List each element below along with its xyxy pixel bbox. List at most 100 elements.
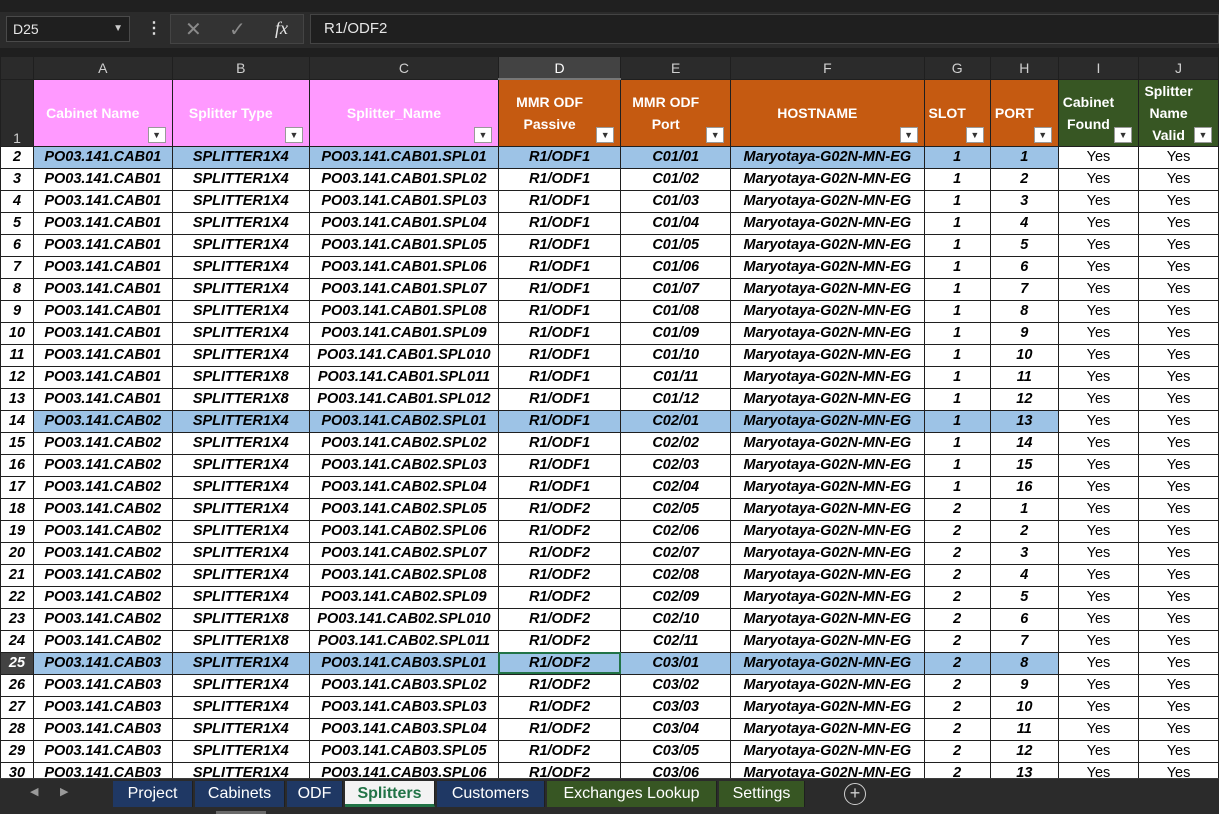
table-cell[interactable]: PO03.141.CAB01 — [32, 387, 173, 411]
table-cell[interactable]: SPLITTER1X4 — [171, 563, 310, 587]
row-header[interactable]: 25 — [0, 651, 34, 675]
table-cell[interactable]: Yes — [1057, 475, 1140, 499]
table-cell[interactable]: PO03.141.CAB01.SPL09 — [308, 321, 499, 345]
table-cell[interactable]: PO03.141.CAB02 — [32, 453, 173, 477]
filter-dropdown-icon[interactable]: ▼ — [965, 126, 984, 143]
table-cell[interactable]: C02/07 — [620, 541, 732, 565]
row-header[interactable]: 30 — [0, 761, 34, 778]
column-header-g[interactable]: G — [923, 56, 991, 80]
table-cell[interactable]: Yes — [1057, 519, 1140, 543]
table-cell[interactable]: SPLITTER1X8 — [171, 365, 310, 389]
spreadsheet-grid[interactable]: A B C D E F G H I J 1 Cabinet Name ▼ Splitter Type ▼ Sp… — [0, 56, 1219, 778]
insert-function-icon[interactable]: fx — [275, 18, 288, 39]
table-cell[interactable]: Maryotaya-G02N-MN-EG — [730, 673, 925, 697]
table-cell[interactable]: 9 — [989, 321, 1059, 345]
header-cell[interactable]: PORT ▼ — [989, 78, 1059, 147]
filter-dropdown-icon[interactable]: ▼ — [473, 126, 492, 143]
table-cell[interactable]: SPLITTER1X4 — [171, 761, 310, 778]
table-cell[interactable]: PO03.141.CAB03.SPL03 — [308, 695, 499, 719]
table-cell[interactable]: PO03.141.CAB01 — [32, 233, 173, 257]
table-cell[interactable]: PO03.141.CAB02 — [32, 607, 173, 631]
header-cell[interactable]: Cabinet Name ▼ — [32, 78, 173, 147]
table-cell[interactable]: C01/05 — [620, 233, 732, 257]
row-header[interactable]: 15 — [0, 431, 34, 455]
table-cell[interactable]: PO03.141.CAB02 — [32, 497, 173, 521]
filter-dropdown-icon[interactable]: ▼ — [899, 126, 918, 143]
table-cell[interactable]: Yes — [1057, 673, 1140, 697]
table-cell[interactable]: PO03.141.CAB03.SPL05 — [308, 739, 499, 763]
table-cell[interactable]: Yes — [1138, 629, 1219, 653]
table-cell[interactable]: Maryotaya-G02N-MN-EG — [730, 343, 925, 367]
table-cell[interactable]: 7 — [989, 629, 1059, 653]
table-cell[interactable]: PO03.141.CAB01 — [32, 189, 173, 213]
table-cell[interactable]: 1 — [923, 343, 991, 367]
scroll-tabs-left-icon[interactable]: ◀ — [30, 785, 38, 798]
table-cell[interactable]: C01/06 — [620, 255, 732, 279]
table-cell[interactable]: 2 — [923, 651, 991, 675]
table-cell[interactable]: PO03.141.CAB02.SPL010 — [308, 607, 499, 631]
table-cell[interactable]: C02/02 — [620, 431, 732, 455]
table-cell[interactable]: Yes — [1057, 255, 1140, 279]
table-cell[interactable]: PO03.141.CAB01 — [32, 255, 173, 279]
table-cell[interactable]: 11 — [989, 717, 1059, 741]
table-cell[interactable]: PO03.141.CAB01.SPL06 — [308, 255, 499, 279]
table-cell[interactable]: Maryotaya-G02N-MN-EG — [730, 717, 925, 741]
table-cell[interactable]: Maryotaya-G02N-MN-EG — [730, 189, 925, 213]
table-cell[interactable]: C02/09 — [620, 585, 732, 609]
table-cell[interactable]: 10 — [989, 343, 1059, 367]
table-cell[interactable]: C01/11 — [620, 365, 732, 389]
table-cell[interactable]: Yes — [1057, 211, 1140, 235]
table-cell[interactable]: C02/11 — [620, 629, 732, 653]
table-cell[interactable]: PO03.141.CAB02 — [32, 409, 173, 433]
table-cell[interactable]: Yes — [1138, 167, 1219, 191]
filter-dropdown-icon[interactable]: ▼ — [1033, 126, 1052, 143]
table-cell[interactable]: R1/ODF2 — [497, 607, 622, 631]
table-cell[interactable]: 1 — [923, 255, 991, 279]
row-header[interactable]: 12 — [0, 365, 34, 389]
table-cell[interactable]: SPLITTER1X4 — [171, 299, 310, 323]
table-cell[interactable]: R1/ODF1 — [497, 233, 622, 257]
table-cell[interactable]: 16 — [989, 475, 1059, 499]
table-cell[interactable]: Yes — [1138, 607, 1219, 631]
table-cell[interactable]: Yes — [1138, 277, 1219, 301]
table-cell[interactable]: 1 — [923, 189, 991, 213]
table-cell[interactable]: Maryotaya-G02N-MN-EG — [730, 409, 925, 433]
table-cell[interactable]: PO03.141.CAB03 — [32, 673, 173, 697]
more-options-icon[interactable]: ⋮ — [146, 18, 162, 38]
table-cell[interactable]: PO03.141.CAB02.SPL011 — [308, 629, 499, 653]
row-header[interactable]: 22 — [0, 585, 34, 609]
row-header[interactable]: 7 — [0, 255, 34, 279]
table-cell[interactable]: C01/03 — [620, 189, 732, 213]
table-cell[interactable]: Maryotaya-G02N-MN-EG — [730, 497, 925, 521]
table-cell[interactable]: C02/08 — [620, 563, 732, 587]
row-header[interactable]: 3 — [0, 167, 34, 191]
table-cell[interactable]: Maryotaya-G02N-MN-EG — [730, 321, 925, 345]
chevron-down-icon[interactable]: ▼ — [113, 17, 123, 41]
table-cell[interactable]: R1/ODF1 — [497, 475, 622, 499]
table-cell[interactable]: Yes — [1057, 629, 1140, 653]
table-cell[interactable]: PO03.141.CAB01 — [32, 145, 173, 169]
row-header[interactable]: 23 — [0, 607, 34, 631]
table-cell[interactable]: 2 — [923, 585, 991, 609]
row-header[interactable]: 8 — [0, 277, 34, 301]
header-cell[interactable]: HOSTNAME ▼ — [730, 78, 925, 147]
header-cell[interactable]: SLOT ▼ — [923, 78, 991, 147]
table-cell[interactable]: 3 — [989, 189, 1059, 213]
table-cell[interactable]: SPLITTER1X8 — [171, 629, 310, 653]
table-cell[interactable]: 15 — [989, 453, 1059, 477]
table-cell[interactable]: Yes — [1057, 541, 1140, 565]
table-cell[interactable]: Yes — [1057, 365, 1140, 389]
table-cell[interactable]: SPLITTER1X4 — [171, 409, 310, 433]
table-cell[interactable]: SPLITTER1X4 — [171, 475, 310, 499]
table-cell[interactable]: SPLITTER1X4 — [171, 585, 310, 609]
table-cell[interactable]: PO03.141.CAB02.SPL09 — [308, 585, 499, 609]
table-cell[interactable]: R1/ODF2 — [497, 585, 622, 609]
table-cell[interactable]: C01/04 — [620, 211, 732, 235]
table-cell[interactable]: Yes — [1057, 321, 1140, 345]
filter-dropdown-icon[interactable]: ▼ — [1194, 126, 1212, 143]
table-cell[interactable]: 1 — [923, 167, 991, 191]
table-cell[interactable]: R1/ODF2 — [497, 695, 622, 719]
table-cell[interactable]: Yes — [1057, 739, 1140, 763]
table-cell[interactable]: C02/06 — [620, 519, 732, 543]
table-cell[interactable]: PO03.141.CAB01.SPL012 — [308, 387, 499, 411]
